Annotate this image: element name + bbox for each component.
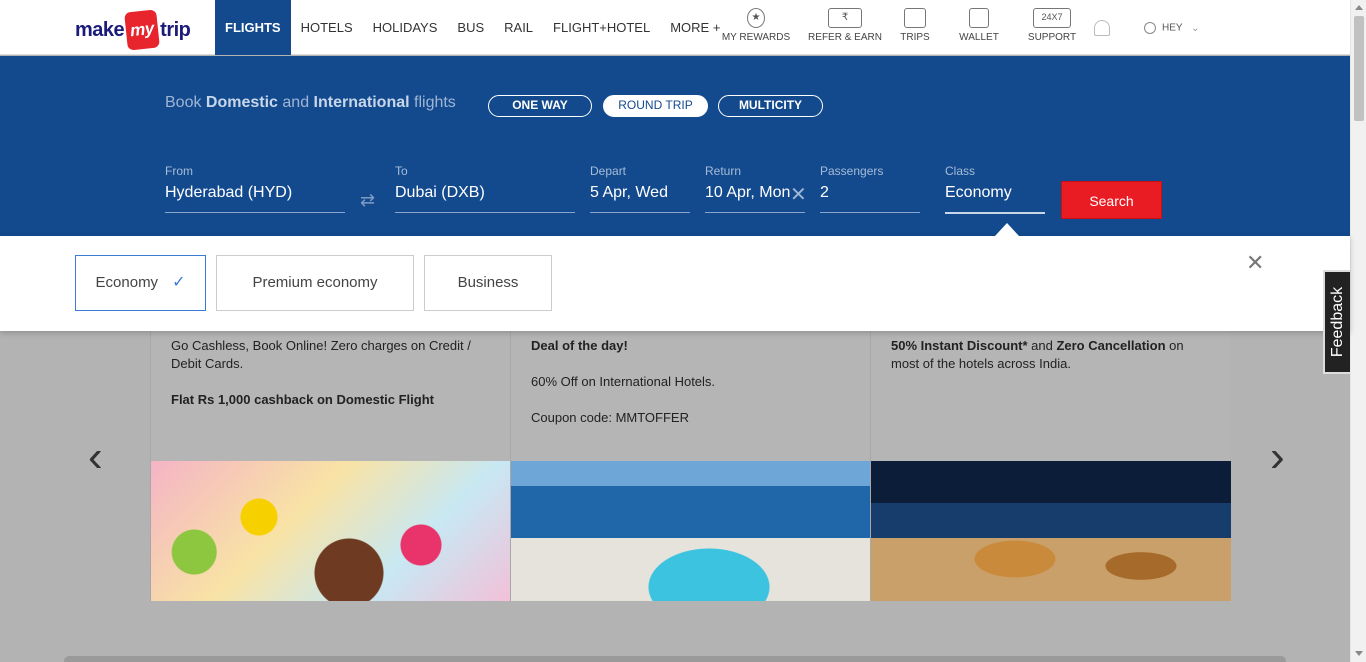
main-nav: FLIGHTS HOTELS HOLIDAYS BUS RAIL FLIGHT+…: [215, 0, 730, 55]
swap-icon[interactable]: ⇄: [360, 190, 375, 211]
user-greeting: HEY: [1162, 22, 1183, 34]
feedback-label: Feedback: [1328, 286, 1346, 358]
class-option-label: Business: [457, 274, 519, 291]
passengers-field[interactable]: Passengers 2: [820, 164, 920, 213]
offer-description: 50% Instant Discount* and Zero Cancellat…: [891, 337, 1211, 373]
depart-field[interactable]: Depart 5 Apr, Wed: [590, 164, 690, 213]
offers-carousel: Go Cashless, Book Online! Zero charges o…: [150, 331, 1231, 601]
dropdown-caret: [995, 223, 1019, 236]
support-link[interactable]: 24X7 SUPPORT: [1012, 8, 1092, 43]
tagline-text: flights: [409, 94, 456, 111]
scroll-down-arrow[interactable]: [1355, 651, 1363, 656]
wallet-icon: [969, 8, 989, 28]
bell-icon[interactable]: [1094, 20, 1110, 36]
feedback-tab[interactable]: Feedback: [1323, 270, 1350, 374]
class-option-label: Premium economy: [252, 274, 378, 291]
nav-rail[interactable]: RAIL: [494, 0, 543, 55]
wallet-label: WALLET: [959, 32, 999, 43]
bottom-section-edge: [64, 656, 1286, 662]
round-trip-button[interactable]: ROUND TRIP: [603, 95, 708, 117]
checkmark-icon: ✓: [172, 274, 186, 291]
offer-text-part: and: [1027, 338, 1057, 353]
class-label: Class: [945, 164, 976, 178]
tagline-text: and: [277, 94, 314, 111]
depart-label: Depart: [590, 164, 627, 178]
nav-bus[interactable]: BUS: [447, 0, 494, 55]
offer-card-deal-of-day[interactable]: Deal of the day! 60% Off on Internationa…: [510, 331, 871, 601]
support-label: SUPPORT: [1027, 32, 1077, 43]
to-label: To: [395, 164, 408, 178]
class-option-label: Economy: [95, 274, 159, 291]
to-field[interactable]: To Dubai (DXB): [395, 164, 575, 213]
tagline-text: Book: [165, 94, 206, 111]
from-field[interactable]: From Hyderabad (HYD): [165, 164, 345, 213]
passengers-label: Passengers: [820, 164, 884, 178]
offer-card-hotels-discount[interactable]: 50% Instant Discount* and Zero Cancellat…: [870, 331, 1231, 601]
search-button[interactable]: Search: [1061, 181, 1162, 219]
chevron-down-icon: ⌄: [1191, 22, 1200, 34]
my-rewards-link[interactable]: ★ MY REWARDS: [716, 8, 796, 43]
nav-flight-hotel[interactable]: FLIGHT+HOTEL: [543, 0, 660, 55]
top-header: make my trip FLIGHTS HOTELS HOLIDAYS BUS…: [0, 0, 1350, 55]
from-label: From: [165, 164, 193, 178]
my-rewards-label: MY REWARDS: [721, 32, 791, 43]
from-value[interactable]: Hyderabad (HYD): [165, 184, 345, 213]
carousel-next-arrow[interactable]: ›: [1270, 432, 1285, 482]
offer-text: Go Cashless, Book Online! Zero charges o…: [171, 337, 491, 427]
tagline-international: International: [313, 94, 410, 111]
return-label: Return: [705, 164, 742, 178]
wallet-link[interactable]: WALLET: [939, 8, 1019, 43]
santorini-pool-image: [511, 461, 871, 601]
class-field[interactable]: Class Economy: [945, 164, 1045, 214]
offer-discount: 50% Instant Discount*: [891, 338, 1028, 353]
offer-coupon: Coupon code: MMTOFFER: [531, 410, 689, 425]
logo-my: my: [124, 9, 161, 51]
to-value[interactable]: Dubai (DXB): [395, 184, 575, 213]
search-tagline: Book Domestic and International flights: [165, 94, 456, 112]
support-24x7-icon: 24X7: [1033, 8, 1071, 28]
user-icon: [1144, 22, 1156, 34]
refer-earn-label: REFER & EARN: [808, 32, 882, 43]
trips-label: TRIPS: [900, 32, 930, 43]
class-option-premium-economy[interactable]: Premium economy: [216, 255, 414, 311]
offer-title: Deal of the day!: [531, 338, 628, 353]
class-option-business[interactable]: Business: [424, 255, 552, 311]
makemytrip-logo[interactable]: make my trip: [75, 9, 191, 51]
class-option-economy[interactable]: Economy ✓: [75, 255, 206, 311]
holi-festival-image: [151, 461, 511, 601]
tagline-domestic: Domestic: [205, 94, 278, 111]
nav-hotels[interactable]: HOTELS: [291, 0, 363, 55]
star-badge-icon: ★: [747, 8, 765, 28]
offer-text: Deal of the day! 60% Off on Internationa…: [531, 337, 851, 445]
offer-zero-cancellation: Zero Cancellation: [1056, 338, 1166, 353]
refer-earn-link[interactable]: ₹ REFER & EARN: [805, 8, 885, 43]
offer-highlight: Flat Rs 1,000 cashback on Domestic Fligh…: [171, 392, 434, 407]
depart-value[interactable]: 5 Apr, Wed: [590, 184, 690, 213]
rupee-ticket-icon: ₹: [828, 8, 862, 28]
one-way-button[interactable]: ONE WAY: [488, 95, 592, 117]
beach-dinner-image: [871, 461, 1231, 601]
user-menu[interactable]: HEY ⌄: [1144, 22, 1200, 34]
multicity-button[interactable]: MULTICITY: [718, 95, 823, 117]
offer-text: 50% Instant Discount* and Zero Cancellat…: [891, 337, 1211, 391]
logo-trip: trip: [160, 18, 191, 41]
clear-return-icon[interactable]: ✕: [790, 182, 807, 207]
class-value[interactable]: Economy: [945, 184, 1045, 214]
close-icon[interactable]: ✕: [1246, 250, 1264, 276]
class-dropdown-panel: Economy ✓ Premium economy Business ✕: [0, 236, 1350, 331]
nav-flights[interactable]: FLIGHTS: [215, 0, 291, 55]
scroll-thumb[interactable]: [1354, 16, 1364, 121]
carousel-prev-arrow[interactable]: ‹: [88, 432, 103, 482]
scroll-up-arrow[interactable]: [1355, 5, 1363, 10]
offer-card-cashless[interactable]: Go Cashless, Book Online! Zero charges o…: [150, 331, 511, 601]
logo-make: make: [75, 18, 125, 41]
offer-description: Go Cashless, Book Online! Zero charges o…: [171, 338, 471, 371]
flight-search-band: Book Domestic and International flights …: [0, 56, 1350, 236]
briefcase-icon: [904, 8, 926, 28]
passengers-value[interactable]: 2: [820, 184, 920, 213]
page-scrollbar[interactable]: [1350, 0, 1366, 662]
offer-description: 60% Off on International Hotels.: [531, 374, 716, 389]
nav-holidays[interactable]: HOLIDAYS: [363, 0, 448, 55]
